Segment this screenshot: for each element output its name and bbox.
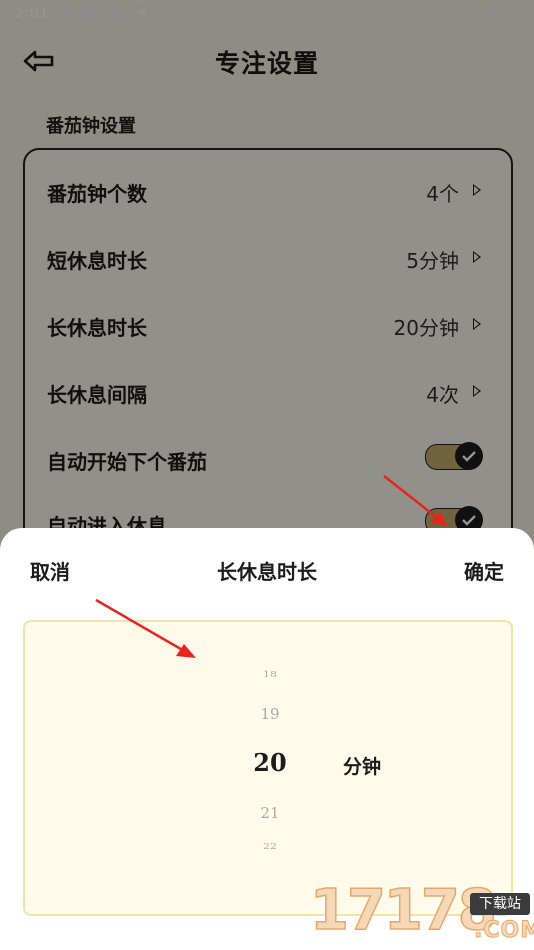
watermark-domain: .COM	[473, 918, 534, 944]
confirm-button[interactable]: 确定	[464, 556, 504, 585]
picker-option[interactable]: 19	[225, 705, 315, 723]
picker-option[interactable]: 18	[225, 670, 315, 680]
picker-option[interactable]: 21	[225, 804, 315, 822]
sheet-title: 长休息时长	[217, 560, 317, 584]
watermark-badge: 下载站	[470, 893, 530, 915]
watermark-logo: 17178	[309, 877, 497, 944]
picker-selected-option[interactable]: 20	[225, 748, 315, 777]
number-picker[interactable]: 18 19 20 21 22 分钟	[23, 620, 513, 916]
picker-option[interactable]: 22	[225, 842, 315, 852]
picker-unit-label: 分钟	[343, 756, 382, 778]
